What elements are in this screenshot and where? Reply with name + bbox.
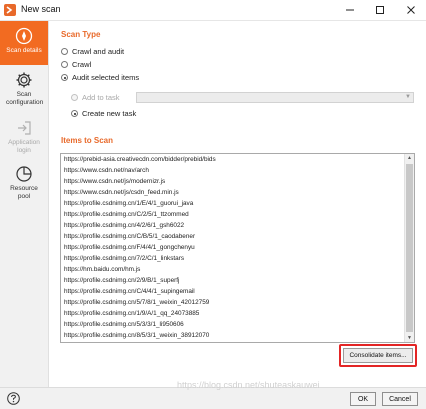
radio-audit-selected-items[interactable]: Audit selected items: [61, 73, 139, 82]
sidebar-item-application-login[interactable]: Application login: [0, 119, 48, 159]
question-circle-icon[interactable]: [7, 392, 20, 405]
sidebar-item-label: Scan details: [6, 47, 42, 54]
radio-button[interactable]: [61, 48, 68, 55]
scan-type-heading: Scan Type: [61, 30, 101, 39]
minimize-button[interactable]: [335, 0, 365, 20]
list-item[interactable]: https://profile.csdnimg.cn/C/B/5/1_caoda…: [64, 233, 195, 243]
sidebar-item-label: Application login: [8, 139, 40, 154]
sidebar-item-scan-configuration[interactable]: Scan configuration: [0, 71, 48, 111]
radio-label: Audit selected items: [72, 73, 140, 82]
sidebar-item-resource-pool[interactable]: Resource pool: [0, 165, 48, 205]
items-to-scan-heading: Items to Scan: [61, 136, 114, 145]
list-item[interactable]: https://hm.baidu.com/hm.js: [64, 266, 140, 276]
maximize-button[interactable]: [365, 0, 395, 20]
list-item[interactable]: https://www.csdn.net/nav/arch: [64, 167, 149, 177]
list-item[interactable]: https://profile.csdnimg.cn/7/2/C/1_links…: [64, 255, 184, 265]
radio-crawl-and-audit[interactable]: Crawl and audit: [61, 47, 124, 56]
watermark: https://blog.csdn.net/shuteaskauwei: [177, 380, 320, 390]
list-item[interactable]: https://www.csdn.net/js/csdn_feed.min.js: [64, 189, 179, 199]
title-bar: New scan: [0, 0, 426, 21]
burp-logo-icon: [4, 4, 16, 16]
minimize-icon: [346, 9, 354, 11]
items-list-scrollbar[interactable]: ▲ ▼: [404, 154, 414, 342]
list-item[interactable]: https://profile.csdnimg.cn/2/9/B/1_super…: [64, 277, 179, 287]
sidebar-item-label: Scan configuration: [6, 91, 44, 106]
radio-label: Crawl and audit: [72, 47, 125, 56]
chevron-down-icon: ▼: [405, 94, 411, 100]
radio-add-to-task[interactable]: Add to task: [71, 93, 120, 102]
scroll-up-icon[interactable]: ▲: [405, 154, 414, 162]
maximize-icon: [376, 6, 384, 14]
sidebar-item-scan-details[interactable]: Scan details: [0, 21, 48, 65]
sidebar-item-label: Resource pool: [10, 185, 38, 200]
list-item[interactable]: https://prebid-asia.creativecdn.com/bidd…: [64, 156, 216, 166]
list-item[interactable]: https://profile.csdnimg.cn/5/7/8/1_weixi…: [64, 299, 209, 309]
pie-chart-icon: [16, 166, 32, 182]
scroll-down-icon[interactable]: ▼: [405, 334, 414, 342]
radio-crawl[interactable]: Crawl: [61, 60, 91, 69]
radio-button[interactable]: [61, 61, 68, 68]
list-item[interactable]: https://profile.csdnimg.cn/5/3/3/1_li950…: [64, 321, 184, 331]
list-item[interactable]: https://profile.csdnimg.cn/1/9/A/1_qq_24…: [64, 310, 199, 320]
items-list[interactable]: https://prebid-asia.creativecdn.com/bidd…: [60, 153, 415, 343]
radio-button[interactable]: [71, 110, 78, 117]
list-item[interactable]: https://profile.csdnimg.cn/8/5/3/1_weixi…: [64, 332, 209, 342]
close-icon: [407, 6, 415, 14]
consolidate-items-button[interactable]: Consolidate items...: [343, 348, 413, 363]
ok-button[interactable]: OK: [350, 392, 376, 406]
dialog-footer: OK Cancel: [0, 387, 426, 409]
list-item[interactable]: https://profile.csdnimg.cn/4/2/6/1_gsh60…: [64, 222, 184, 232]
window-title: New scan: [21, 4, 61, 14]
scrollbar-thumb[interactable]: [406, 164, 413, 332]
list-item[interactable]: https://www.csdn.net/js/modernizr.js: [64, 178, 165, 188]
radio-label: Add to task: [82, 93, 120, 102]
list-item[interactable]: https://profile.csdnimg.cn/1/E/4/1_guoru…: [64, 200, 193, 210]
radio-create-new-task[interactable]: Create new task: [71, 109, 136, 118]
cancel-button[interactable]: Cancel: [382, 392, 418, 406]
radio-button[interactable]: [61, 74, 68, 81]
list-item[interactable]: https://profile.csdnimg.cn/C/4/4/1_supin…: [64, 288, 195, 298]
list-item[interactable]: https://profile.csdnimg.cn/F/4/4/1_gongc…: [64, 244, 195, 254]
close-button[interactable]: [396, 0, 426, 20]
login-arrow-icon: [18, 121, 31, 135]
radio-button[interactable]: [71, 94, 78, 101]
gear-icon: [16, 72, 32, 88]
sidebar: Scan details Scan configuration Applicat…: [0, 21, 49, 387]
radio-label: Crawl: [72, 60, 92, 69]
compass-icon: [15, 27, 33, 45]
list-item[interactable]: https://profile.csdnimg.cn/C/2/5/1_ttzom…: [64, 211, 189, 221]
radio-label: Create new task: [82, 109, 137, 118]
task-select[interactable]: ▼: [136, 92, 414, 103]
